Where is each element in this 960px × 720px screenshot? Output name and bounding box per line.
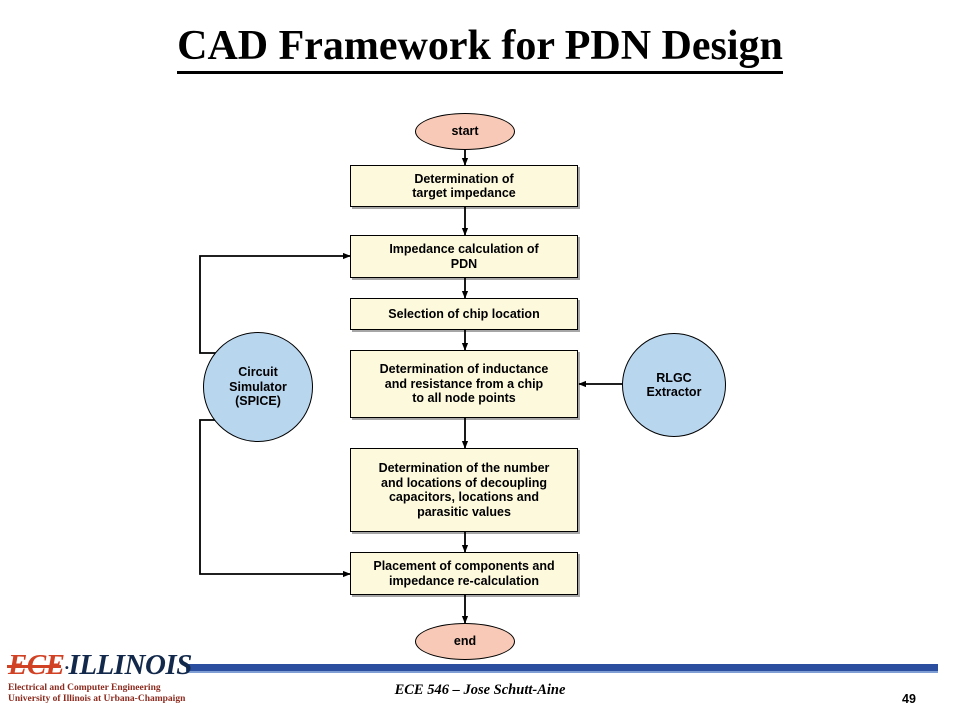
flow-node-end-label: end — [453, 634, 477, 649]
flow-node-impedance-calculation-label: Impedance calculation of PDN — [389, 242, 539, 271]
logo-wordmark: ECE·ILLINOIS — [7, 649, 192, 682]
flow-node-placement-components[interactable]: Placement of components and impedance re… — [350, 552, 578, 595]
footer-divider-thin — [186, 671, 938, 673]
footer-course-label: ECE 546 – Jose Schutt-Aine — [394, 682, 566, 698]
flowchart: start Determination of target impedance … — [0, 95, 960, 660]
flow-node-impedance-calculation[interactable]: Impedance calculation of PDN — [350, 235, 578, 278]
footer-divider — [186, 664, 938, 671]
flow-node-circuit-simulator-label: Circuit Simulator (SPICE) — [229, 365, 287, 409]
flow-node-chip-location[interactable]: Selection of chip location — [350, 298, 578, 330]
flow-node-end[interactable]: end — [415, 623, 515, 660]
ece-illinois-logo: ECE·ILLINOIS Electrical and Computer Eng… — [7, 649, 192, 712]
flow-node-decoupling-capacitors[interactable]: Determination of the number and location… — [350, 448, 578, 532]
flow-node-inductance-resistance-label: Determination of inductance and resistan… — [379, 362, 549, 406]
flow-node-rlgc-extractor-label: RLGC Extractor — [646, 370, 702, 400]
flow-node-target-impedance[interactable]: Determination of target impedance — [350, 165, 578, 207]
logo-illinois-text: ILLINOIS — [68, 649, 193, 681]
page-title: CAD Framework for PDN Design — [0, 22, 960, 74]
flow-node-start[interactable]: start — [415, 113, 515, 150]
flow-node-start-label: start — [451, 124, 479, 139]
slide-number: 49 — [902, 692, 916, 706]
flow-node-placement-components-label: Placement of components and impedance re… — [373, 559, 555, 588]
flow-node-inductance-resistance[interactable]: Determination of inductance and resistan… — [350, 350, 578, 418]
flow-node-circuit-simulator[interactable]: Circuit Simulator (SPICE) — [203, 332, 313, 442]
flow-node-target-impedance-label: Determination of target impedance — [412, 171, 516, 201]
flow-node-chip-location-label: Selection of chip location — [388, 306, 540, 321]
flow-node-rlgc-extractor[interactable]: RLGC Extractor — [622, 333, 726, 437]
flow-node-decoupling-capacitors-label: Determination of the number and location… — [378, 461, 550, 519]
page-title-text: CAD Framework for PDN Design — [177, 22, 783, 74]
logo-ece-text: ECE — [7, 649, 65, 681]
edge-simulator-to-placement — [199, 419, 351, 578]
